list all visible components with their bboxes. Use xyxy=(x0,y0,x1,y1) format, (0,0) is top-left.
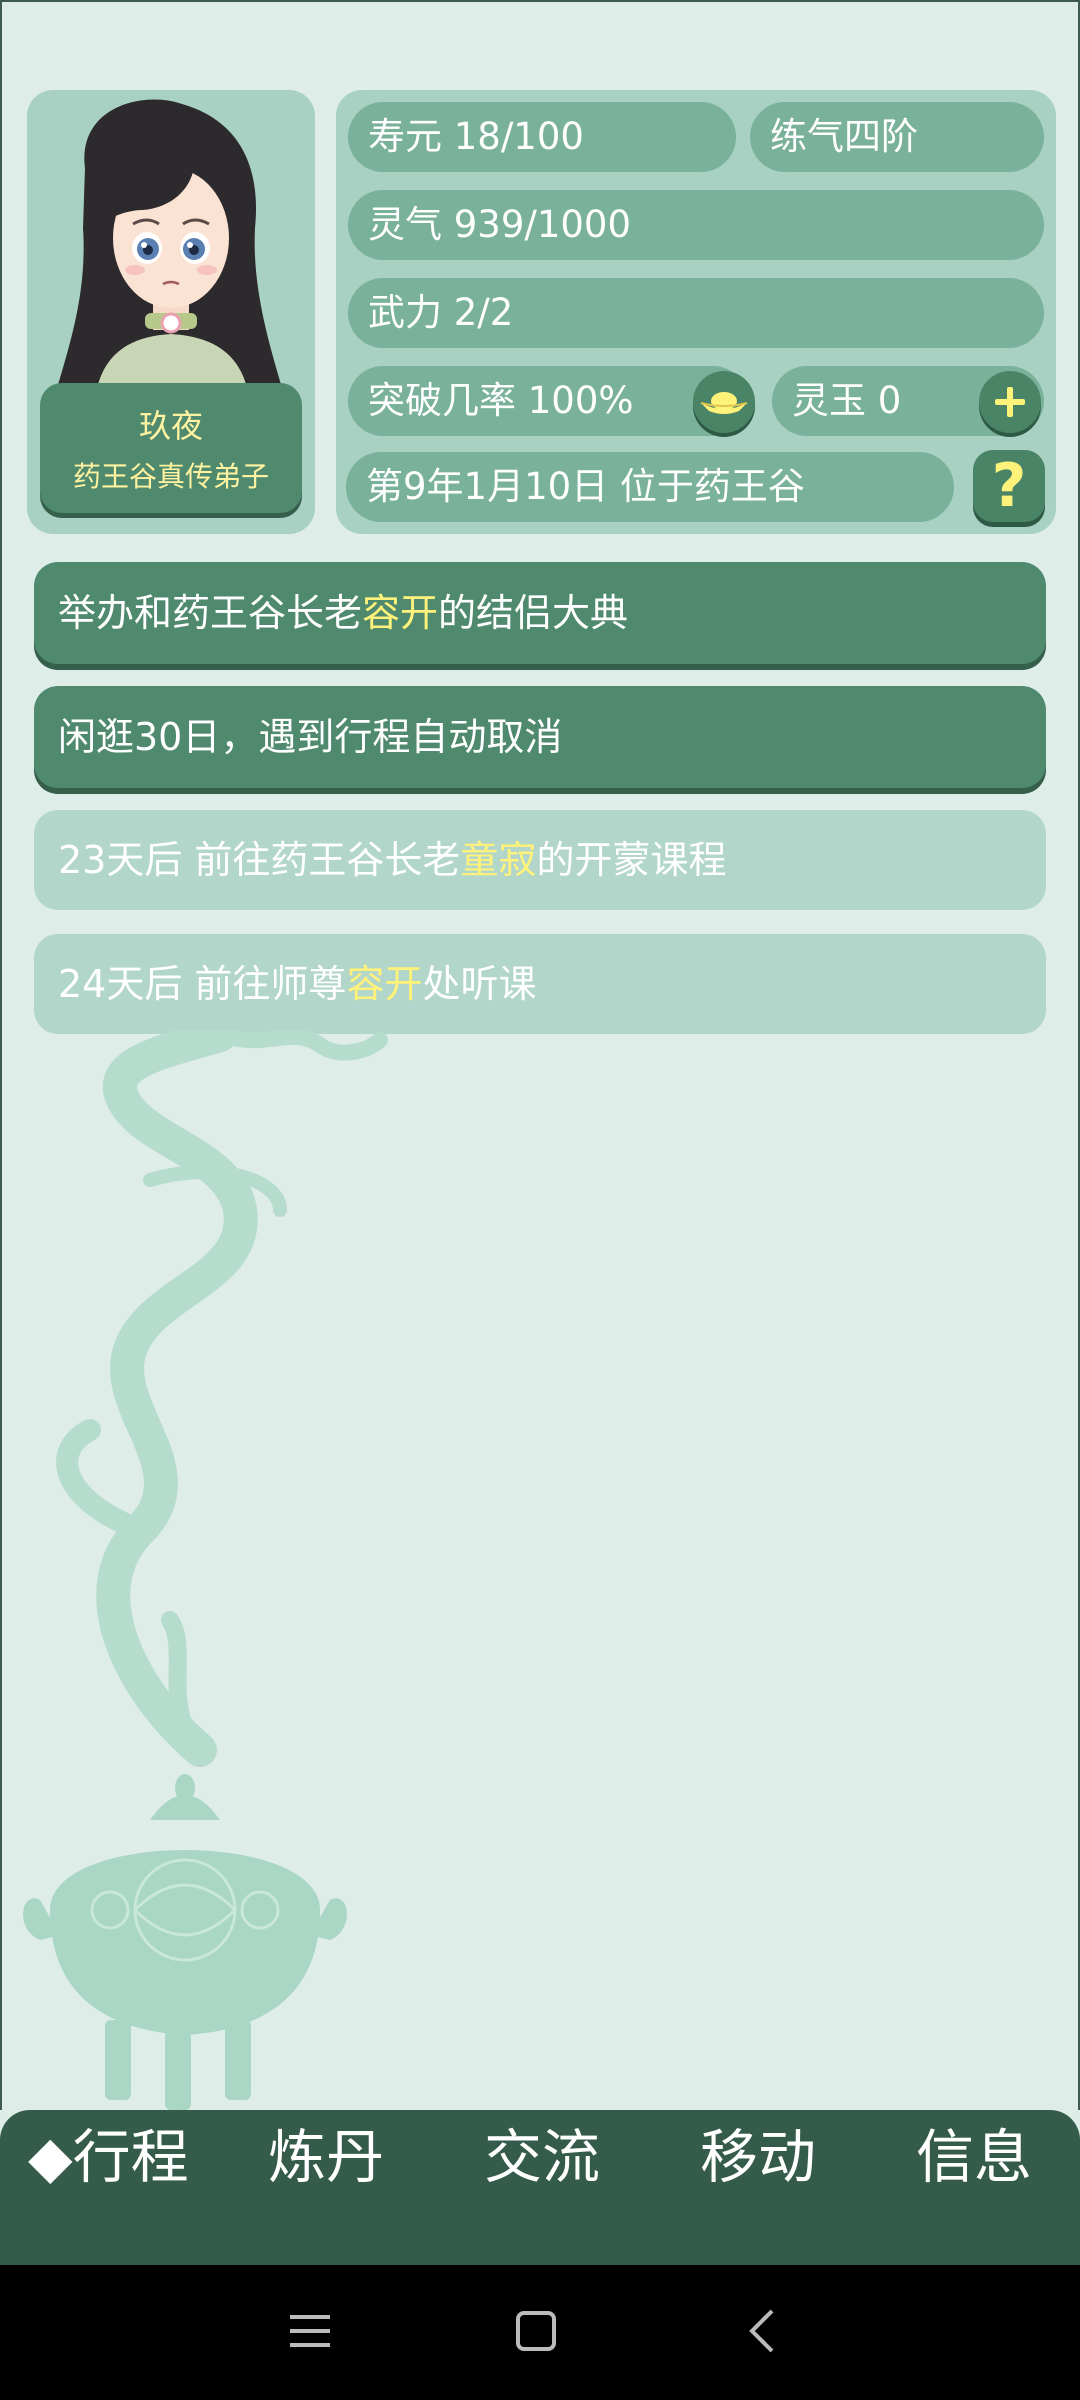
back-icon[interactable] xyxy=(742,2307,782,2355)
schedule-text-suffix: 处听课 xyxy=(422,962,537,1006)
plus-icon xyxy=(995,387,1025,417)
schedule-text-suffix: 的结侣大典 xyxy=(438,591,629,635)
menu-icon[interactable] xyxy=(288,2309,332,2353)
nav-tab-schedule[interactable]: ◆行程 xyxy=(28,2122,189,2192)
nav-tab-social[interactable]: 交流 xyxy=(484,2122,600,2192)
character-title: 药王谷真传弟子 xyxy=(72,460,269,493)
schedule-text: 24天后 前往师尊 xyxy=(58,962,347,1006)
schedule-npc-name: 童寂 xyxy=(460,838,537,882)
question-icon: ? xyxy=(991,451,1027,521)
nav-tab-info[interactable]: 信息 xyxy=(916,2122,1032,2192)
nav-tab-alchemy[interactable]: 炼丹 xyxy=(268,2122,384,2192)
character-name: 玖夜 xyxy=(138,407,203,445)
breakthrough-chance-stat: 突破几率 100% xyxy=(348,366,748,436)
system-nav-bar xyxy=(0,2265,1080,2400)
home-icon[interactable] xyxy=(514,2309,558,2353)
help-button[interactable]: ? xyxy=(973,450,1045,522)
bottom-nav: ◆行程 炼丹 交流 移动 信息 xyxy=(0,2110,1080,2265)
window-frame-left xyxy=(0,0,2,2110)
add-spirit-jade-button[interactable] xyxy=(979,371,1041,433)
martial-power-stat: 武力 2/2 xyxy=(348,278,1044,348)
ingot-icon xyxy=(700,392,748,414)
character-card[interactable]: 玖夜 药王谷真传弟子 xyxy=(27,90,315,534)
character-portrait xyxy=(47,98,295,388)
schedule-item-lecture[interactable]: 24天后 前往师尊容开处听课 xyxy=(34,934,1046,1034)
spirit-qi-stat: 灵气 939/1000 xyxy=(348,190,1044,260)
nav-tab-move[interactable]: 移动 xyxy=(700,2122,816,2192)
date-location: 第9年1月10日 位于药王谷 xyxy=(346,452,954,522)
stats-panel: 寿元 18/100 练气四阶 灵气 939/1000 武力 2/2 突破几率 1… xyxy=(336,90,1056,534)
schedule-text-suffix: 的开蒙课程 xyxy=(536,838,727,882)
schedule-item-wedding[interactable]: 举办和药王谷长老容开的结侣大典 xyxy=(34,562,1046,664)
incense-burner-decoration xyxy=(20,1018,480,2110)
schedule-npc-name: 容开 xyxy=(362,591,439,635)
breakthrough-button[interactable] xyxy=(693,371,755,433)
schedule-text: 闲逛30日，遇到行程自动取消 xyxy=(58,715,563,759)
window-frame-top xyxy=(0,0,1080,2)
realm-stat: 练气四阶 xyxy=(750,102,1044,172)
schedule-item-wander[interactable]: 闲逛30日，遇到行程自动取消 xyxy=(34,686,1046,788)
schedule-npc-name: 容开 xyxy=(346,962,423,1006)
schedule-item-enlightenment-class[interactable]: 23天后 前往药王谷长老童寂的开蒙课程 xyxy=(34,810,1046,910)
lifespan-stat: 寿元 18/100 xyxy=(348,102,736,172)
character-name-plate: 玖夜 药王谷真传弟子 xyxy=(40,383,302,513)
schedule-text: 举办和药王谷长老 xyxy=(58,591,363,635)
schedule-text: 23天后 前往药王谷长老 xyxy=(58,838,461,882)
